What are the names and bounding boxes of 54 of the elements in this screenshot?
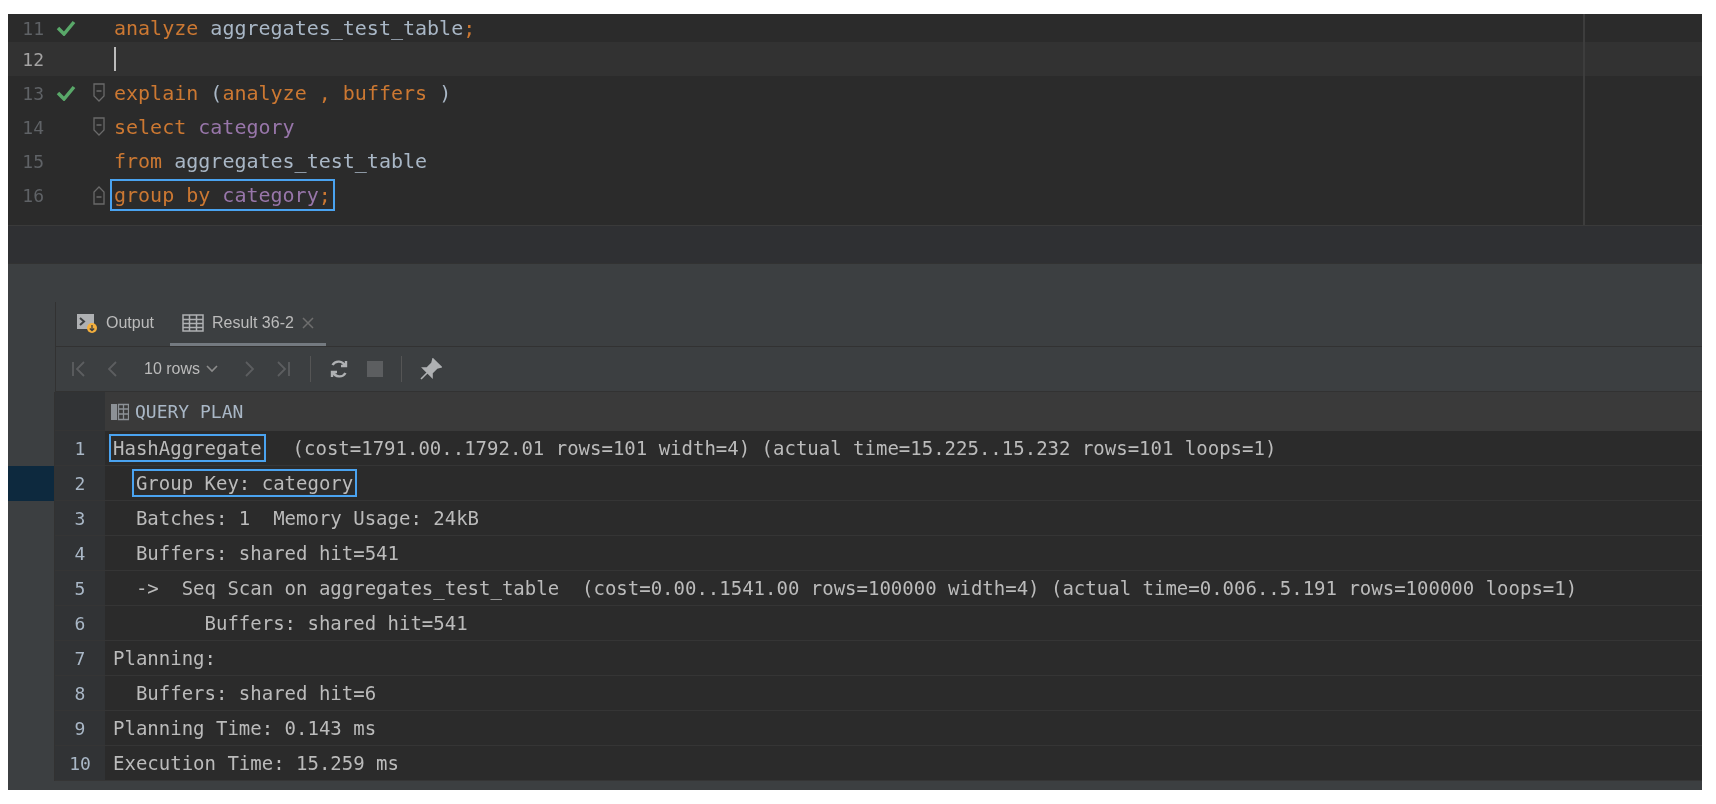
check-icon xyxy=(56,85,76,101)
line-number: 14 xyxy=(21,116,44,138)
result-tab[interactable]: Result 36-2 xyxy=(170,302,326,346)
table-cell: -> Seq Scan on aggregates_test_table (cost=0.00..1541.00 rows=100000 width=4) (actual time=0.006..5.191 rows=100000 loops=1) xyxy=(105,571,1702,606)
pin-icon[interactable] xyxy=(420,358,443,380)
stop-icon[interactable] xyxy=(367,361,384,377)
line-number: 11 xyxy=(21,17,44,39)
table-cell: HashAggregate (cost=1791.00..1792.01 rows=101 width=4) (actual time=15.225..15.232 rows=101 loops=1) xyxy=(105,431,1702,466)
row-number[interactable]: 6 xyxy=(55,606,105,641)
row-gutter-cell[interactable] xyxy=(8,466,55,501)
column-header[interactable]: QUERY PLAN xyxy=(105,392,1702,431)
table-cell: Execution Time: 15.259 ms xyxy=(105,746,1702,781)
table-cell: Group Key: category xyxy=(105,466,1702,501)
line-number: 12 xyxy=(21,48,44,70)
row-number[interactable]: 4 xyxy=(55,536,105,571)
result-tab[interactable]: Output xyxy=(64,302,167,346)
row-number[interactable]: 3 xyxy=(55,501,105,536)
rows-dropdown[interactable]: 10 rows xyxy=(138,360,225,378)
code-line: select category xyxy=(113,114,296,141)
next-page-icon[interactable] xyxy=(242,360,257,378)
row-number[interactable]: 5 xyxy=(55,571,105,606)
previous-page-icon[interactable] xyxy=(106,360,120,378)
last-page-icon[interactable] xyxy=(274,360,293,378)
fold-icon[interactable] xyxy=(93,83,105,103)
row-number[interactable]: 1 xyxy=(55,431,105,466)
row-number[interactable]: 9 xyxy=(55,711,105,746)
splitter-bar[interactable] xyxy=(8,225,1702,263)
code-line: from aggregates_test_table xyxy=(113,148,429,175)
close-icon[interactable] xyxy=(301,316,314,329)
first-page-icon[interactable] xyxy=(70,360,88,378)
row-number[interactable]: 10 xyxy=(55,746,105,781)
column-icon xyxy=(111,402,129,421)
line-number: 16 xyxy=(21,184,44,206)
table-cell: Buffers: shared hit=541 xyxy=(105,606,1702,641)
table-cell: Planning Time: 0.143 ms xyxy=(105,711,1702,746)
row-number[interactable]: 8 xyxy=(55,676,105,711)
row-number[interactable]: 2 xyxy=(55,466,105,501)
console-icon xyxy=(76,311,98,334)
line-number: 13 xyxy=(21,82,44,104)
check-icon xyxy=(56,20,76,36)
line-number: 15 xyxy=(21,150,44,172)
table-icon xyxy=(182,313,205,332)
fold-icon[interactable] xyxy=(93,117,105,137)
table-cell: Buffers: shared hit=6 xyxy=(105,676,1702,711)
row-number[interactable]: 7 xyxy=(55,641,105,676)
table-cell: Buffers: shared hit=541 xyxy=(105,536,1702,571)
column-title: QUERY PLAN xyxy=(135,401,244,422)
table-cell: Batches: 1 Memory Usage: 24kB xyxy=(105,501,1702,536)
fold-icon[interactable] xyxy=(93,185,105,205)
refresh-icon[interactable] xyxy=(329,359,350,379)
code-line: explain (analyze , buffers ) xyxy=(113,80,453,107)
table-cell: Planning: xyxy=(105,641,1702,676)
code-line: analyze aggregates_test_table; xyxy=(113,15,477,42)
chevron-down-icon xyxy=(206,365,219,373)
